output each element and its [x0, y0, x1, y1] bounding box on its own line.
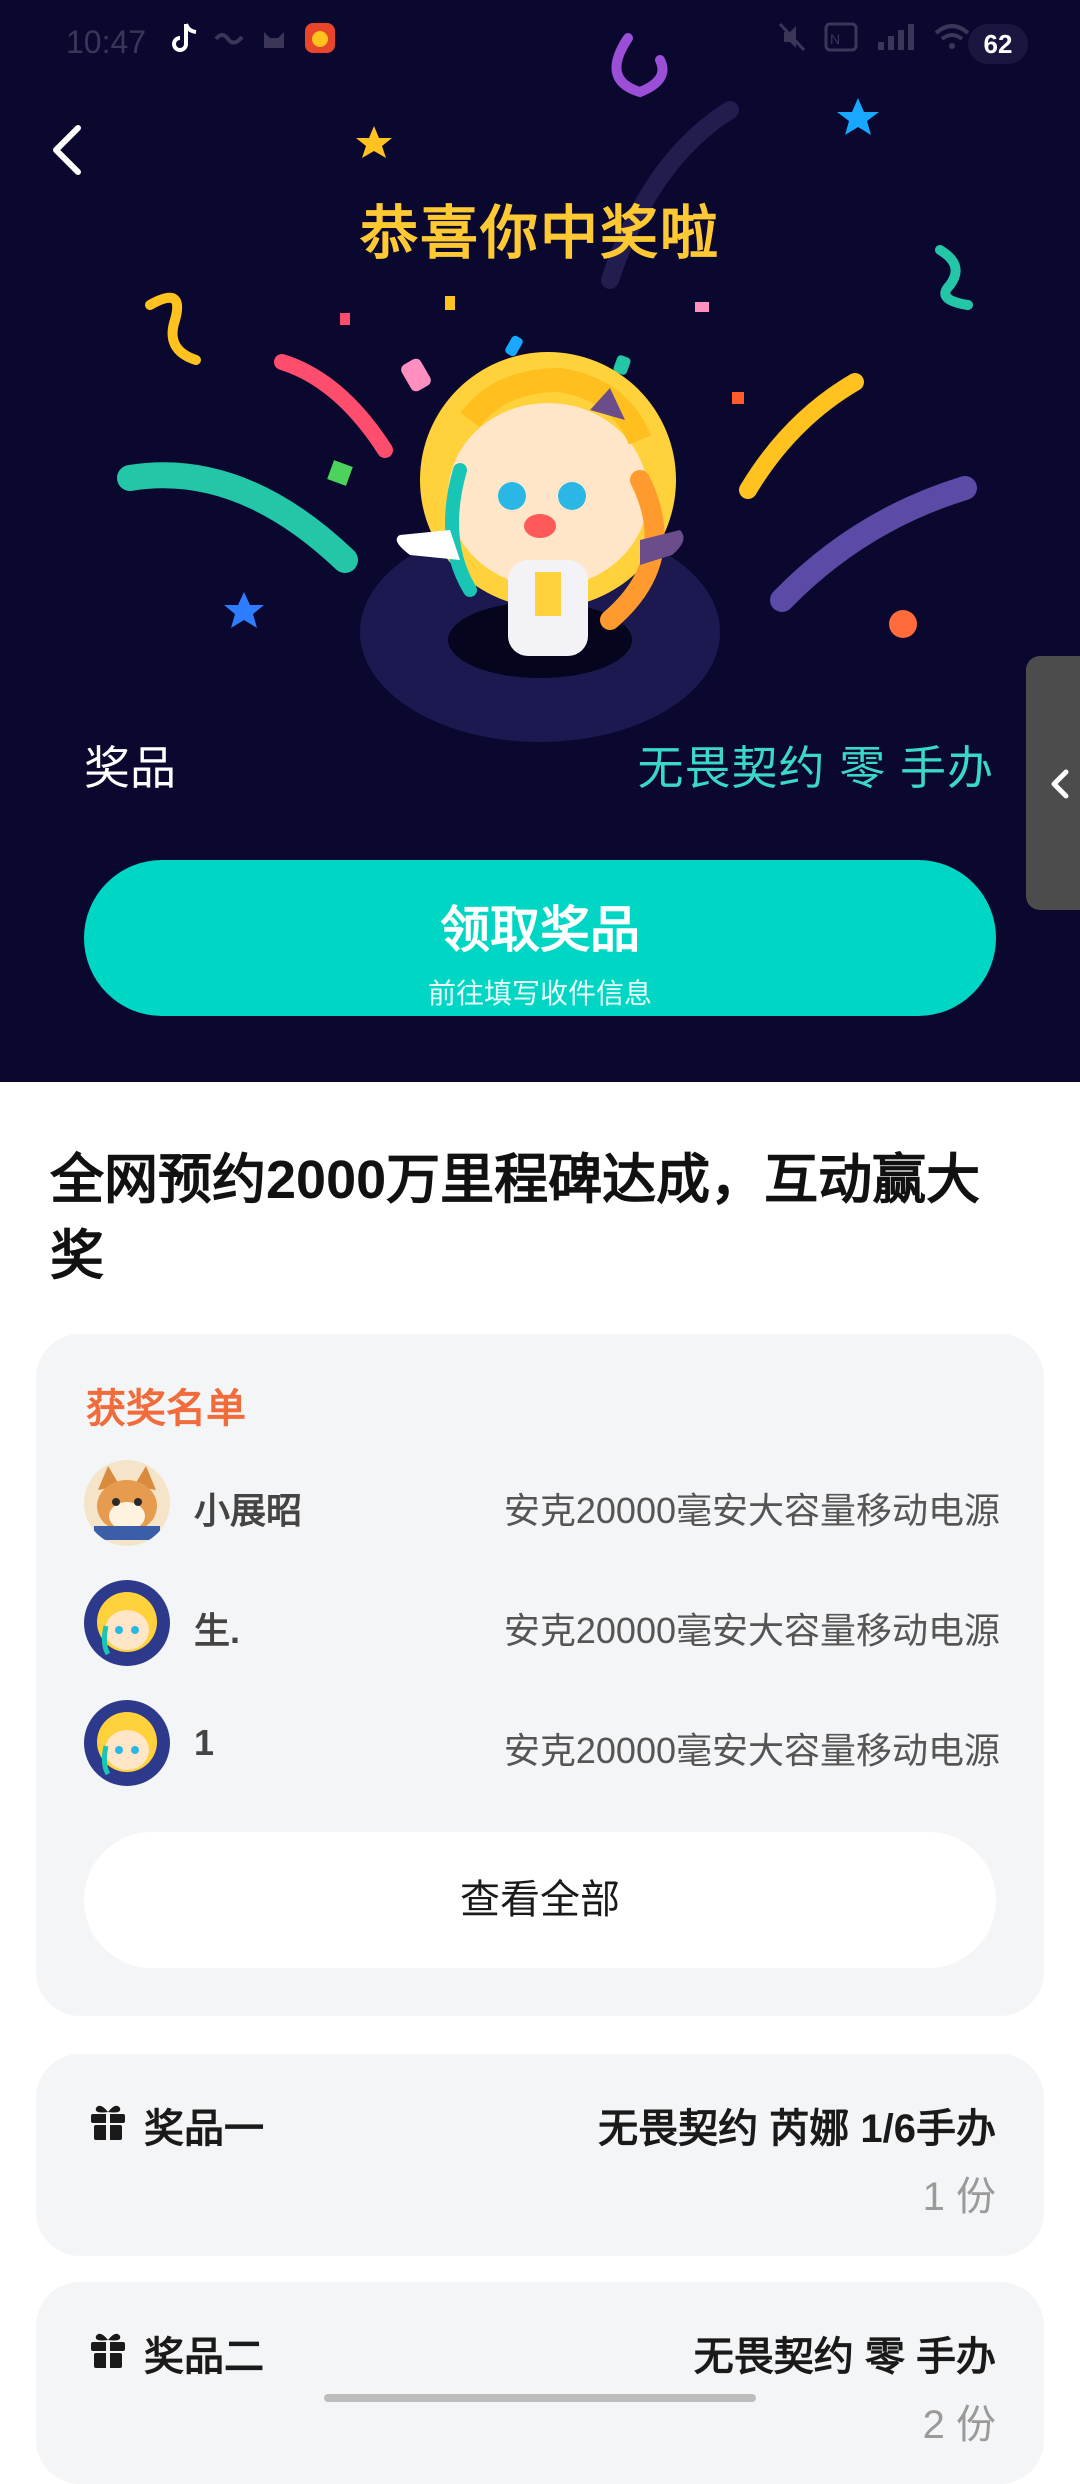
message-icon	[214, 33, 244, 45]
status-right-icons: N	[778, 22, 970, 52]
status-time: 10:47	[66, 24, 147, 60]
wifi-icon	[934, 24, 970, 49]
winner-name: 小展昭	[194, 1490, 303, 1531]
tiktok-icon	[172, 23, 197, 52]
signal-icon	[878, 24, 914, 50]
chevron-left-icon	[1051, 769, 1069, 799]
winner-name: 1	[194, 1722, 215, 1763]
home-indicator[interactable]	[324, 2394, 756, 2402]
view-all-button[interactable]: 查看全部	[84, 1832, 996, 1968]
winner-row: 小展昭 安克20000毫安大容量移动电源	[84, 1460, 1000, 1552]
prize-card-title: 奖品一	[144, 2107, 264, 2151]
winner-prize: 安克20000毫安大容量移动电源	[503, 1490, 1000, 1531]
mute-icon	[778, 22, 806, 52]
prize-card-name: 无畏契约 芮娜 1/6手办	[598, 2107, 996, 2151]
nfc-icon: N	[824, 22, 858, 52]
prize-card: 奖品一 无畏契约 芮娜 1/6手办 1 份	[36, 2054, 1044, 2256]
anime-avatar	[84, 1580, 170, 1666]
congrats-title: 恭喜你中奖啦	[359, 201, 720, 266]
prize-card-name: 无畏契约 零 手办	[693, 2335, 996, 2379]
gift-icon	[91, 2105, 125, 2140]
app-icon	[305, 23, 335, 53]
side-drawer-tab[interactable]	[1026, 656, 1080, 910]
anime-avatar	[84, 1700, 170, 1786]
winner-row: 1 安克20000毫安大容量移动电源	[84, 1700, 1000, 1792]
gift-icon	[91, 2333, 125, 2368]
shiba-avatar	[84, 1460, 170, 1546]
winners-heading: 获奖名单	[86, 1387, 246, 1431]
prize-label: 奖品	[84, 742, 176, 794]
battery-badge: 62	[968, 24, 1028, 64]
status-bar: 10:47 N 62	[0, 0, 1080, 90]
winners-card: 获奖名单 小展昭 安克20000毫安大容量移动电源 生. 安克20000毫安大容…	[36, 1334, 1044, 2016]
winner-row: 生. 安克20000毫安大容量移动电源	[84, 1580, 1000, 1672]
claim-button-subtitle: 前往填写收件信息	[427, 978, 652, 1009]
winner-name: 生.	[194, 1610, 241, 1651]
claim-prize-button[interactable]: 领取奖品 前往填写收件信息	[84, 860, 996, 1016]
prize-card-count: 1 份	[922, 2175, 996, 2219]
svg-text:N: N	[830, 31, 840, 47]
hero-banner: 10:47 N 62 恭喜你中奖啦 奖品 无畏契约 零 手办 领取奖品 前往填写…	[0, 0, 1080, 1082]
status-left-icons	[170, 22, 336, 54]
prize-card-count: 2 份	[922, 2403, 996, 2447]
prize-name: 无畏契约 零 手办	[637, 742, 994, 794]
prize-card: 奖品二 无畏契约 零 手办 2 份	[36, 2282, 1044, 2484]
winner-prize: 安克20000毫安大容量移动电源	[503, 1730, 1000, 1771]
cat-icon	[264, 32, 284, 48]
winner-prize: 安克20000毫安大容量移动电源	[503, 1610, 1000, 1651]
back-arrow-icon[interactable]	[40, 118, 96, 182]
prize-card-title: 奖品二	[144, 2335, 264, 2379]
claim-button-title: 领取奖品	[440, 902, 640, 958]
event-title: 全网预约2000万里程碑达成，互动赢大奖	[50, 1150, 981, 1286]
